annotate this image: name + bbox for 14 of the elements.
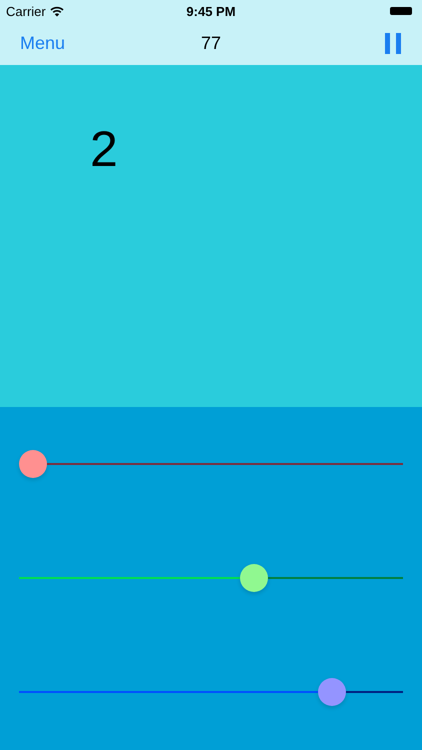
- color-slider[interactable]: [19, 564, 403, 592]
- clock-time: 9:45 PM: [186, 4, 236, 18]
- score-label: 77: [200, 33, 222, 54]
- wifi-icon: [50, 6, 64, 16]
- color-slider[interactable]: [19, 450, 403, 478]
- menu-button[interactable]: Menu: [20, 33, 66, 54]
- carrier-label: Carrier: [6, 4, 46, 18]
- pause-icon[interactable]: [385, 33, 402, 54]
- slider-thumb[interactable]: [19, 450, 47, 478]
- slider-thumb[interactable]: [240, 564, 268, 592]
- number-display: 2: [90, 121, 118, 177]
- battery-icon: [390, 7, 412, 15]
- color-slider[interactable]: [19, 678, 403, 706]
- slider-thumb[interactable]: [318, 678, 346, 706]
